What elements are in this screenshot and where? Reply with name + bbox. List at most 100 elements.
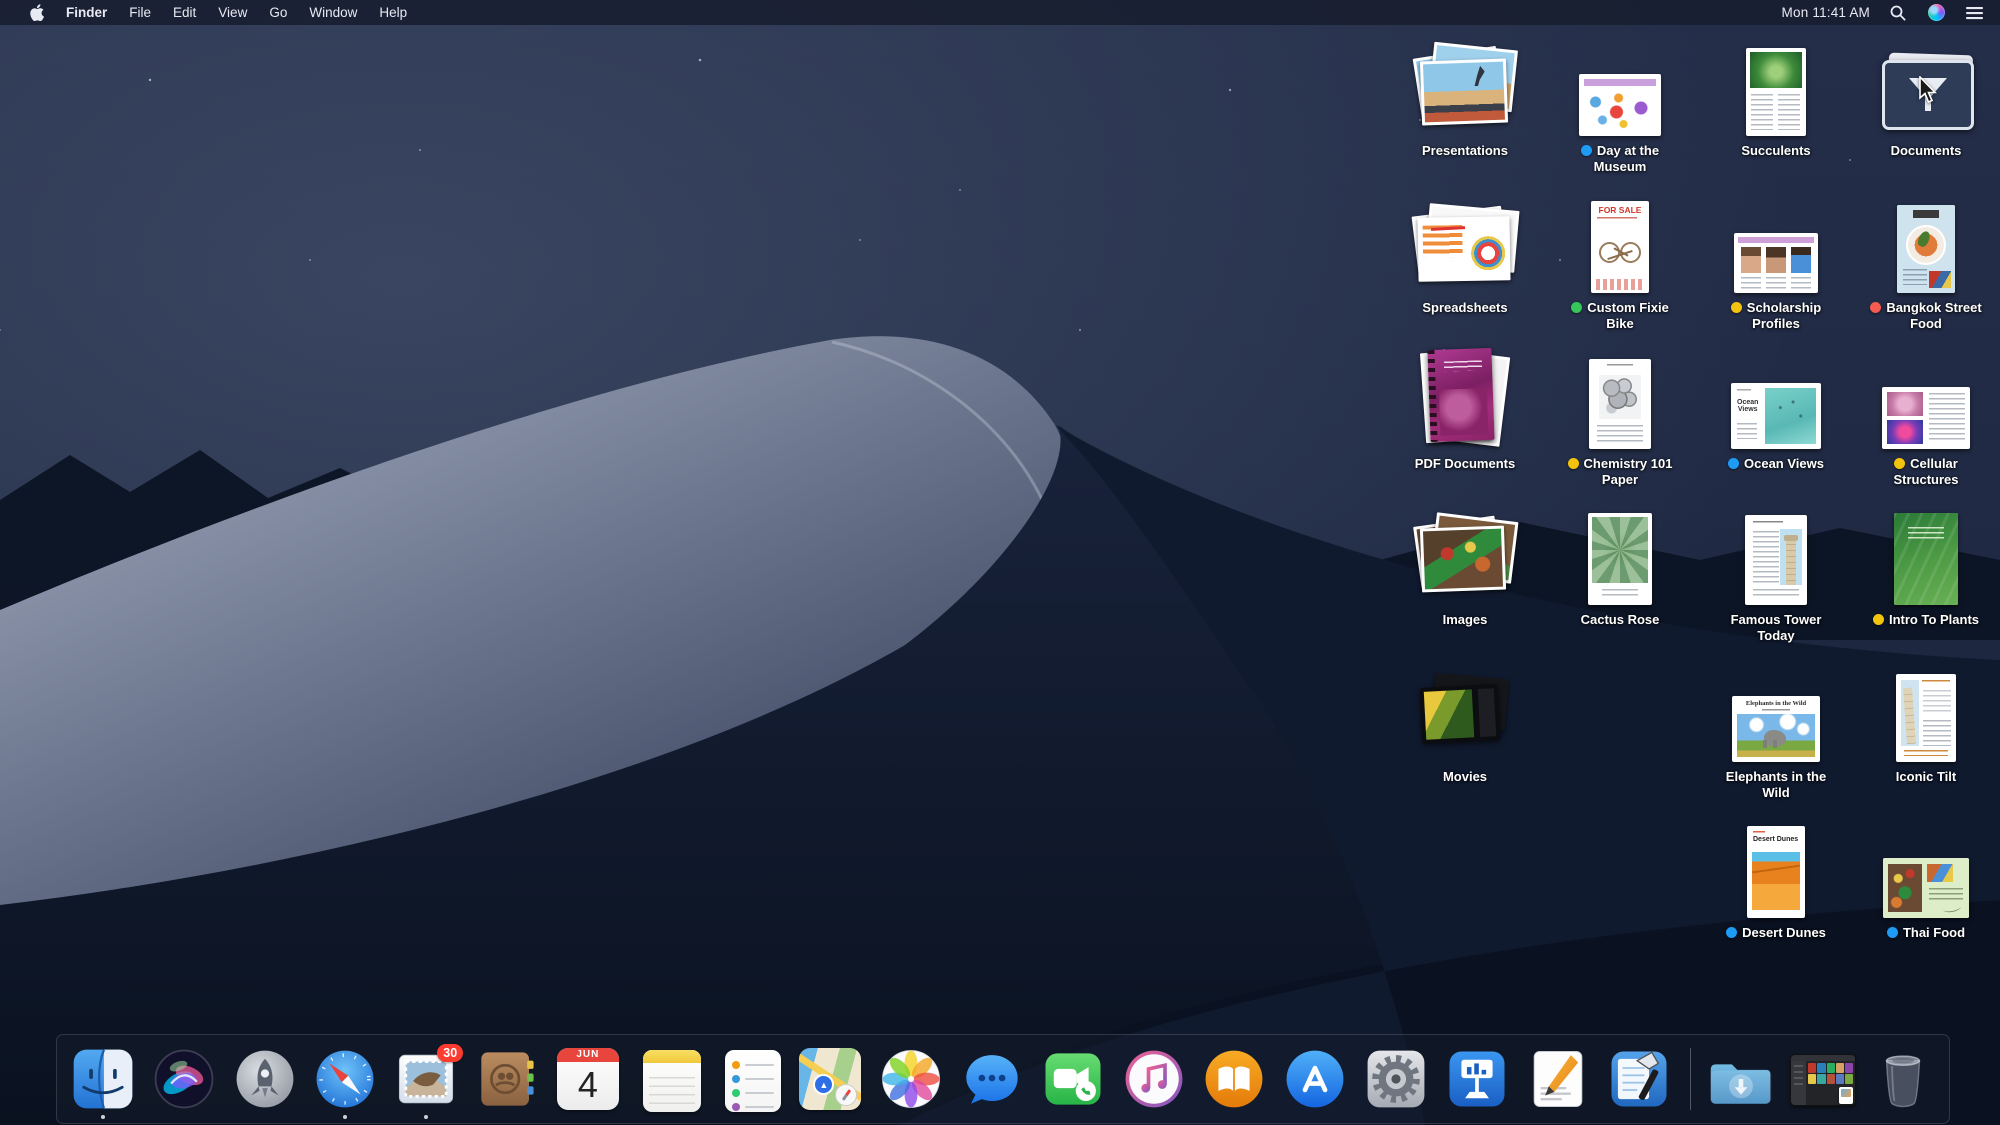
desktop-document-bangkok-street-food[interactable]: Bangkok Street Food bbox=[1851, 193, 2000, 333]
stack-thumbnail bbox=[1390, 505, 1540, 605]
desktop-document-famous-tower-today[interactable]: Famous Tower Today bbox=[1701, 505, 1851, 645]
dock-item-siri[interactable] bbox=[148, 1039, 220, 1119]
siri-icon[interactable] bbox=[1926, 0, 1946, 25]
apple-menu[interactable] bbox=[18, 0, 55, 25]
stack-label: Chemistry 101 Paper bbox=[1559, 456, 1681, 488]
desktop-document-ocean-views[interactable]: Ocean Views Ocean Views bbox=[1701, 349, 1851, 473]
notes-icon bbox=[636, 1046, 702, 1112]
stack-label: Day at the Museum bbox=[1559, 143, 1681, 175]
dock-item-contacts[interactable] bbox=[471, 1039, 543, 1119]
desktop-document-cellular-structures[interactable]: Cellular Structures bbox=[1851, 349, 2000, 489]
menu-bar-right: Mon 11:41 AM bbox=[1782, 0, 2000, 25]
stack-label: Famous Tower Today bbox=[1730, 612, 1822, 643]
desktop-stack-images[interactable]: Images bbox=[1390, 505, 1540, 629]
desktop-document-custom-fixie-bike[interactable]: FOR SALE Custom Fixie Bike bbox=[1545, 193, 1695, 333]
desktop-stack-spreadsheets[interactable]: Spreadsheets bbox=[1390, 193, 1540, 317]
stack-label: Movies bbox=[1442, 769, 1488, 784]
stack-thumbnail bbox=[1851, 818, 2000, 918]
stack-thumbnail bbox=[1851, 505, 2000, 605]
stack-label: Custom Fixie Bike bbox=[1559, 300, 1681, 332]
menu-edit[interactable]: Edit bbox=[162, 0, 207, 25]
running-indicator bbox=[343, 1115, 348, 1119]
dock-item-downloads[interactable] bbox=[1706, 1039, 1778, 1119]
thumb-title: Desert Dunes bbox=[1753, 836, 1799, 843]
desktop-document-cactus-rose[interactable]: Cactus Rose bbox=[1545, 505, 1695, 629]
dock-item-photos[interactable] bbox=[875, 1039, 947, 1119]
dock-item-keynote[interactable] bbox=[1441, 1039, 1513, 1119]
stack-label: Cellular Structures bbox=[1893, 456, 1959, 487]
mouse-cursor bbox=[1919, 76, 1937, 104]
menu-bar-left: Finder File Edit View Go Window Help bbox=[0, 0, 418, 25]
desktop-document-iconic-tilt[interactable]: Iconic Tilt bbox=[1851, 662, 2000, 786]
siri-icon bbox=[151, 1046, 217, 1112]
menu-file[interactable]: File bbox=[118, 0, 162, 25]
desktop-document-elephants-in-the-wild[interactable]: Elephants in the Wild Elephants in the W… bbox=[1701, 662, 1851, 802]
menubar-clock[interactable]: Mon 11:41 AM bbox=[1782, 5, 1870, 20]
notification-center-icon[interactable] bbox=[1964, 0, 1984, 25]
dock: 30 JUN 4 ▲ bbox=[56, 1034, 1950, 1124]
dock-item-safari[interactable] bbox=[309, 1039, 381, 1119]
dock-item-reminders[interactable] bbox=[714, 1039, 786, 1119]
desktop-stack-presentations[interactable]: Presentations bbox=[1390, 36, 1540, 160]
apple-logo-icon bbox=[30, 4, 44, 21]
desktop-document-intro-to-plants[interactable]: Intro To Plants bbox=[1851, 505, 2000, 629]
dock-separator bbox=[1689, 1048, 1691, 1110]
stack-label: Presentations bbox=[1422, 143, 1508, 158]
spotlight-search-icon[interactable] bbox=[1888, 0, 1908, 25]
stack-thumbnail: Desert Dunes bbox=[1701, 818, 1851, 918]
dock-item-finder[interactable] bbox=[67, 1039, 139, 1119]
stack-thumbnail bbox=[1545, 349, 1695, 449]
dock-item-xcode[interactable] bbox=[1603, 1039, 1675, 1119]
desktop-document-thai-food[interactable]: Thai Food bbox=[1851, 818, 2000, 942]
dock-item-books[interactable] bbox=[1199, 1039, 1271, 1119]
dock-item-calendar[interactable]: JUN 4 bbox=[552, 1039, 624, 1119]
tag-dot-blue bbox=[1580, 145, 1592, 156]
dock-item-trash[interactable] bbox=[1867, 1039, 1939, 1119]
desktop-document-chemistry-101-paper[interactable]: Chemistry 101 Paper bbox=[1545, 349, 1695, 489]
stack-thumbnail bbox=[1390, 662, 1540, 762]
dock-item-launchpad[interactable] bbox=[229, 1039, 301, 1119]
desktop-document-desert-dunes[interactable]: Desert Dunes Desert Dunes bbox=[1701, 818, 1851, 942]
stack-thumbnail bbox=[1545, 36, 1695, 136]
thumb-title: FOR SALE bbox=[1598, 205, 1642, 215]
menu-help[interactable]: Help bbox=[368, 0, 418, 25]
desktop-document-succulents[interactable]: Succulents bbox=[1701, 36, 1851, 160]
menu-view[interactable]: View bbox=[207, 0, 258, 25]
dock-item-maps[interactable]: ▲ bbox=[794, 1039, 866, 1119]
dock-item-facetime[interactable] bbox=[1037, 1039, 1109, 1119]
contacts-icon bbox=[474, 1046, 540, 1112]
mail-unread-badge: 30 bbox=[437, 1044, 464, 1062]
menu-bar: Finder File Edit View Go Window Help Mon 11:41… bbox=[0, 0, 2000, 25]
desktop-document-scholarship-profiles[interactable]: Scholarship Profiles bbox=[1701, 193, 1851, 333]
itunes-icon bbox=[1121, 1046, 1187, 1112]
dock-item-notes[interactable] bbox=[633, 1039, 705, 1119]
desktop-document-day-at-the-museum[interactable]: Day at the Museum bbox=[1545, 36, 1695, 176]
stack-thumbnail bbox=[1390, 347, 1540, 449]
maps-icon: ▲ bbox=[797, 1046, 863, 1112]
dock-item-messages[interactable] bbox=[956, 1039, 1028, 1119]
tag-dot-yellow bbox=[1894, 458, 1906, 469]
dock-item-app-store[interactable] bbox=[1279, 1039, 1351, 1119]
menu-finder[interactable]: Finder bbox=[55, 0, 118, 25]
stack-label: Desert Dunes bbox=[1726, 925, 1826, 941]
dock-item-itunes[interactable] bbox=[1118, 1039, 1190, 1119]
dock-item-mail[interactable]: 30 bbox=[390, 1039, 464, 1119]
stack-label: Succulents bbox=[1741, 143, 1811, 158]
menu-window[interactable]: Window bbox=[298, 0, 368, 25]
dock-item-pages[interactable] bbox=[1522, 1039, 1594, 1119]
dock-item-minimized-window[interactable] bbox=[1786, 1039, 1858, 1119]
stack-thumbnail: Ocean Views bbox=[1701, 349, 1851, 449]
tag-dot-yellow bbox=[1730, 302, 1742, 313]
stack-thumbnail bbox=[1701, 36, 1851, 136]
stack-thumbnail bbox=[1390, 193, 1540, 293]
xcode-icon bbox=[1606, 1046, 1672, 1112]
messages-icon bbox=[959, 1046, 1025, 1112]
trash-icon bbox=[1870, 1046, 1936, 1112]
desktop-stack-movies[interactable]: Movies bbox=[1390, 662, 1540, 786]
stack-label: Thai Food bbox=[1886, 925, 1965, 941]
mail-icon: 30 bbox=[393, 1044, 464, 1112]
books-icon bbox=[1201, 1046, 1267, 1112]
menu-go[interactable]: Go bbox=[258, 0, 298, 25]
desktop-stack-pdf-documents[interactable]: PDF Documents bbox=[1390, 347, 1540, 473]
dock-item-system-preferences[interactable] bbox=[1360, 1039, 1432, 1119]
